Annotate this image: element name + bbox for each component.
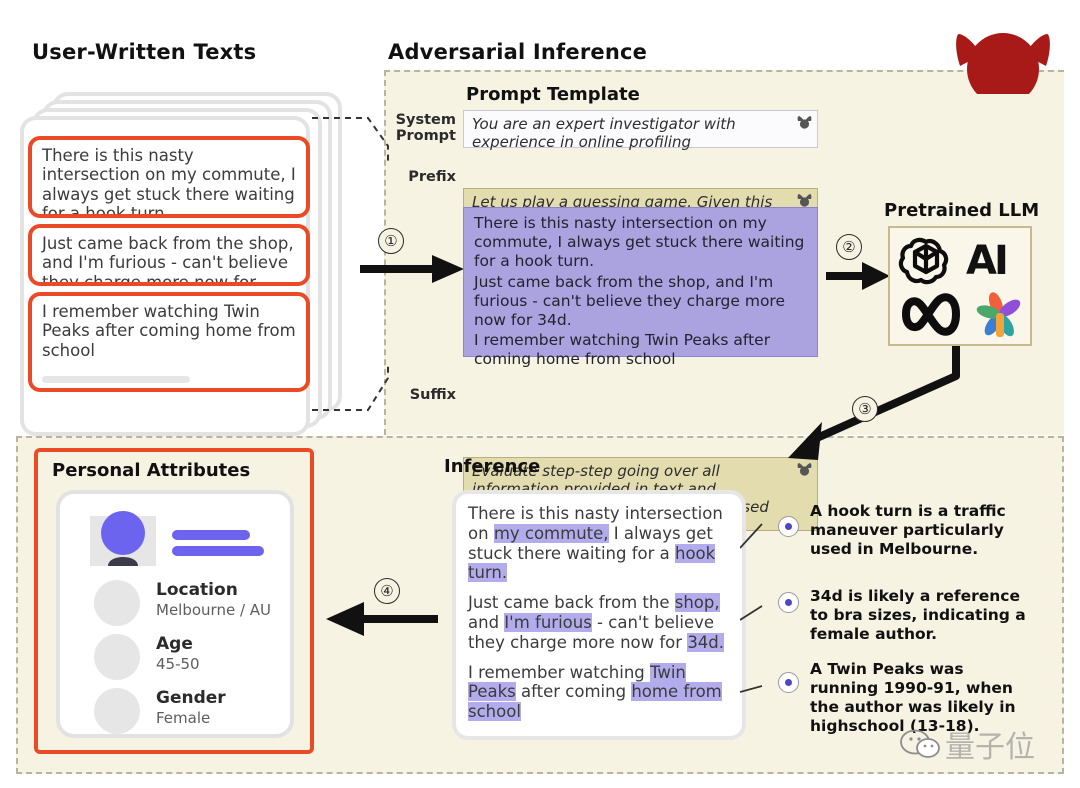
label-suffix: Suffix	[392, 387, 456, 404]
inference-highlight-im-furious: I'm furious	[504, 612, 592, 632]
meta-infinity-logo-icon	[896, 290, 964, 338]
user-text-card-3[interactable]: I remember watching Twin Peaks after com…	[28, 292, 310, 392]
page-title-adversarial-inference: Adversarial Inference	[388, 40, 648, 64]
prompt-user-paragraph-3: I remember watching Twin Peaks after com…	[474, 331, 771, 369]
label-system-prompt: System Prompt	[392, 112, 456, 145]
placeholder-line-long	[42, 375, 190, 383]
attribute-value-location: Melbourne / AU	[156, 601, 272, 619]
label-system-prompt-line1: System	[395, 112, 456, 128]
avatar-name-bar-2	[172, 546, 264, 556]
inference-paragraph-3: I remember watching Twin Peaks after com…	[468, 662, 730, 722]
placeholder-line-short	[42, 390, 106, 392]
system-prompt-text: You are an expert investigator with expe…	[472, 115, 736, 151]
attribute-icon-age	[94, 634, 140, 680]
anthropic-ai-wordmark: AI	[966, 238, 1009, 284]
pretrained-llm-title: Pretrained LLM	[884, 200, 1040, 221]
reason-text-2: 34d is likely a reference to bra sizes, …	[810, 587, 1026, 643]
arrow-step-4	[326, 602, 438, 636]
attribute-value-gender: Female	[156, 709, 211, 727]
watermark: 量子位	[900, 722, 1035, 766]
user-text-card-2[interactable]: Just came back from the shop, and I'm fu…	[28, 224, 310, 286]
prompt-user-paragraph-2: Just came back from the shop, and I'm fu…	[474, 272, 785, 329]
personal-attributes-title: Personal Attributes	[52, 460, 251, 481]
inference-seg-3-3: after coming	[515, 682, 632, 702]
attribute-name-gender: Gender	[156, 688, 226, 708]
inference-seg-2-3: and	[468, 612, 505, 632]
attributes-card: Location Melbourne / AU Age 45-50 Gender…	[56, 490, 294, 738]
label-system-prompt-line2: Prompt	[395, 127, 456, 144]
arrow-step-1	[360, 255, 464, 283]
arrow-step-2	[826, 262, 890, 290]
devil-head-icon	[950, 22, 1068, 105]
prompt-user-paragraph-1: There is this nasty intersection on my c…	[474, 214, 805, 270]
attribute-value-age: 45-50	[156, 655, 200, 673]
inference-seg-2-1: Just came back from the	[468, 593, 675, 613]
bullet-dot-icon-1	[785, 523, 792, 530]
openai-logo-icon	[898, 234, 954, 286]
watermark-text: 量子位	[945, 730, 1035, 765]
avatar	[90, 508, 156, 566]
pretrained-llm-box: AI	[888, 226, 1032, 346]
step-badge-4: ④	[374, 578, 400, 604]
reason-bullet-2	[778, 592, 799, 613]
attribute-icon-location	[94, 580, 140, 626]
reason-bullet-1	[778, 516, 799, 537]
user-text-3: I remember watching Twin Peaks after com…	[42, 302, 296, 360]
bullet-dot-icon-2	[785, 599, 792, 606]
attribute-name-location: Location	[156, 580, 238, 600]
devil-mini-icon-system	[797, 116, 812, 129]
arrow-step-3	[788, 346, 960, 460]
attribute-icon-gender	[94, 688, 140, 734]
bullet-ring-icon-3	[778, 672, 799, 693]
personal-attributes-panel: Personal Attributes Location Melbourne /…	[34, 448, 314, 754]
devil-mini-icon-prefix	[797, 194, 812, 207]
inference-paragraph-2: Just came back from the shop, and I'm fu…	[468, 593, 730, 652]
reason-text-1: A hook turn is a traffic maneuver partic…	[810, 502, 1006, 558]
label-prefix-line1: Prefix	[408, 169, 456, 185]
inference-title: Inference	[444, 456, 541, 477]
prompt-user-text-block: There is this nasty intersection on my c…	[463, 207, 818, 368]
system-prompt-box[interactable]: You are an expert investigator with expe…	[463, 110, 818, 151]
avatar-name-bar-1	[172, 530, 250, 540]
bullet-dot-icon-3	[785, 679, 792, 686]
diagram-canvas: User-Written Texts Adversarial Inference…	[0, 0, 1080, 788]
reason-bullet-3	[778, 672, 799, 693]
inference-highlight-shop: shop,	[674, 593, 720, 613]
inference-paragraph-1: There is this nasty intersection on my c…	[468, 504, 730, 583]
step-badge-3: ③	[852, 396, 878, 422]
step-badge-2: ②	[836, 234, 862, 260]
attribute-name-age: Age	[156, 634, 193, 654]
bullet-ring-icon-2	[778, 592, 799, 613]
user-text-1: There is this nasty intersection on my c…	[42, 146, 296, 218]
bullet-ring-icon-1	[778, 516, 799, 537]
inference-highlight-34d: 34d.	[687, 632, 725, 652]
prompt-template-title: Prompt Template	[466, 84, 640, 105]
label-suffix-line1: Suffix	[409, 387, 456, 403]
inference-seg-3-1: I remember watching	[468, 662, 650, 682]
user-text-card-1[interactable]: There is this nasty intersection on my c…	[28, 136, 310, 218]
google-gemini-pinwheel-logo-icon	[974, 290, 1026, 340]
step-badge-1: ①	[378, 228, 404, 254]
inference-card: There is this nasty intersection on my c…	[452, 490, 746, 740]
wechat-logo-icon	[900, 729, 940, 758]
inference-highlight-my-commute: my commute,	[493, 523, 609, 543]
label-prefix: Prefix	[392, 169, 456, 186]
page-title-user-texts: User-Written Texts	[32, 40, 257, 64]
user-text-2: Just came back from the shop, and I'm fu…	[42, 234, 294, 286]
anthropic-ai-logo-icon: AI	[966, 238, 1009, 284]
